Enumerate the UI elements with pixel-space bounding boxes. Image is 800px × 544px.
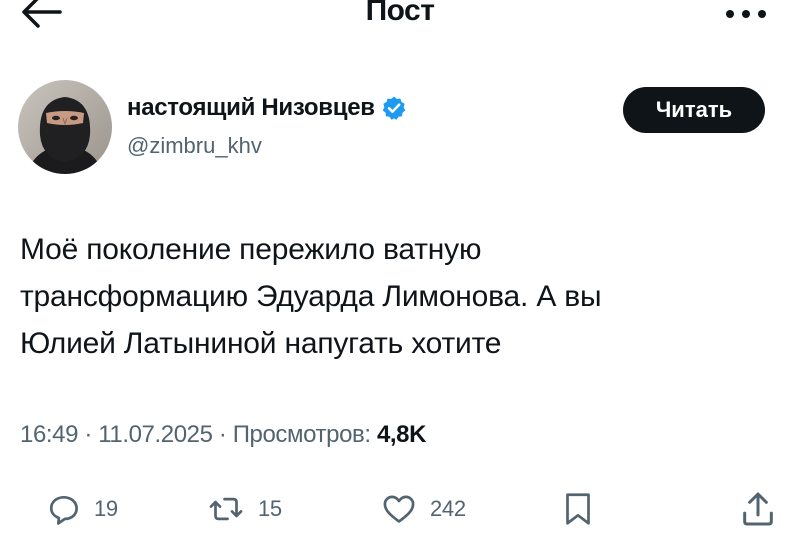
share-button[interactable] — [738, 486, 778, 532]
action-bar: 19 15 242 — [0, 486, 800, 534]
heart-icon — [383, 495, 415, 523]
page-title: Пост — [365, 0, 435, 27]
tweet-line: Моё поколение пережило ватную — [20, 233, 482, 266]
more-button[interactable] — [722, 4, 770, 24]
meta-separator: · — [212, 421, 233, 448]
author-handle[interactable]: @zimbru_khv — [127, 133, 262, 159]
retweet-button[interactable]: 15 — [206, 486, 282, 532]
verified-badge-icon — [382, 96, 405, 120]
tweet-time[interactable]: 16:49 — [20, 421, 78, 448]
retweet-count: 15 — [258, 496, 282, 521]
tweet-meta: 16:49 · 11.07.2025 · Просмотров: 4,8K — [20, 421, 426, 449]
follow-button[interactable]: Читать — [623, 87, 765, 133]
author-name-row[interactable]: настоящий Низовцев — [127, 92, 407, 124]
tweet-line: Юлией Латыниной напугать хотите — [20, 327, 502, 360]
retweet-icon — [209, 497, 243, 521]
share-icon — [743, 492, 773, 526]
views-label: Просмотров: — [232, 421, 377, 448]
views-count[interactable]: 4,8K — [377, 421, 427, 448]
tweet-line: трансформацию Эдуарда Лимонова. А вы — [20, 280, 602, 313]
like-count: 242 — [430, 496, 466, 521]
top-bar: Пост — [0, 0, 800, 40]
reply-button[interactable]: 19 — [46, 486, 118, 532]
like-button[interactable]: 242 — [380, 486, 466, 532]
meta-separator: · — [78, 421, 99, 448]
tweet-date[interactable]: 11.07.2025 — [98, 421, 213, 448]
bookmark-icon — [566, 493, 590, 525]
reply-count: 19 — [94, 496, 118, 521]
more-dots-icon — [726, 10, 766, 18]
tweet-text: Моё поколение пережило ватную трансформа… — [20, 226, 780, 367]
reply-icon — [49, 495, 78, 525]
avatar[interactable] — [18, 80, 112, 174]
bookmark-button[interactable] — [560, 486, 596, 532]
display-name[interactable]: настоящий Низовцев — [127, 94, 375, 122]
